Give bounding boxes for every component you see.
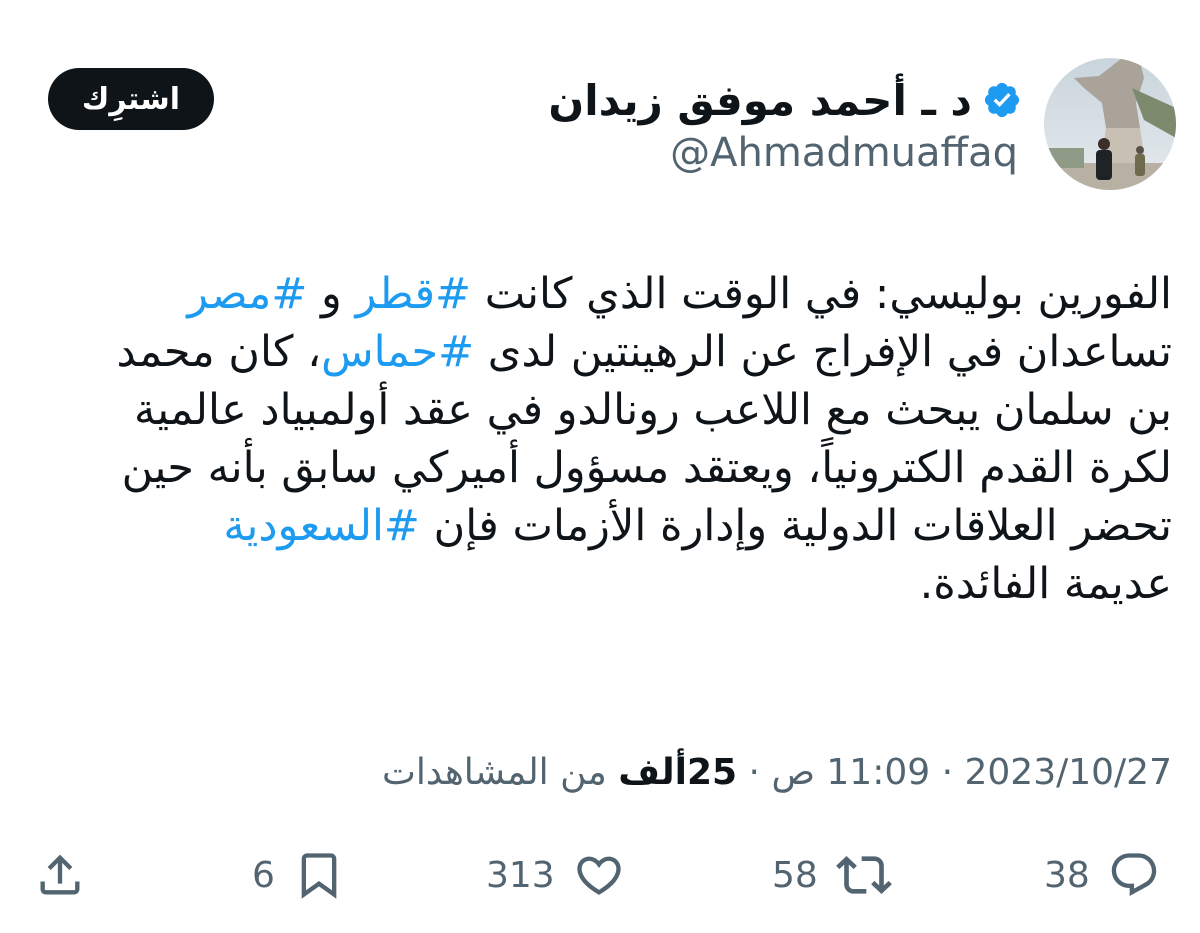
tweet-action-bar: 38 58 313 6 (0, 840, 1200, 910)
author-handle[interactable]: @Ahmadmuaffaq (670, 130, 1018, 176)
like-button[interactable]: 313 (486, 840, 625, 910)
bookmark-button[interactable]: 6 (252, 840, 345, 910)
hashtag-link[interactable]: #حماس (321, 327, 474, 377)
author-display-name[interactable]: د ـ أحمد موفق زيدان (548, 76, 972, 125)
bookmark-icon (293, 849, 345, 901)
avatar-photo (1044, 58, 1176, 190)
reply-count: 38 (1044, 854, 1090, 896)
bookmark-count: 6 (252, 854, 275, 896)
share-button[interactable] (34, 840, 86, 910)
meta-separator: · (737, 752, 772, 793)
tweet-card: د ـ أحمد موفق زيدان @Ahmadmuaffaq اشترِك… (0, 0, 1200, 933)
hashtag-link[interactable]: #قطر (355, 269, 471, 319)
retweet-icon (835, 847, 892, 903)
tweet-line: الفورين بوليسي: في الوقت الذي كانت #قطر … (22, 265, 1172, 323)
tweet-text-segment: و (307, 269, 356, 319)
verified-badge-icon (982, 80, 1022, 120)
tweet-line: تساعدان في الإفراج عن الرهينتين لدى #حما… (22, 323, 1172, 381)
reply-button[interactable]: 38 (1044, 840, 1160, 910)
tweet-line: بن سلمان يبحث مع اللاعب رونالدو في عقد أ… (134, 385, 1172, 435)
tweet-line: تحضر العلاقات الدولية وإدارة الأزمات فإن… (22, 497, 1172, 555)
meta-separator: · (930, 752, 965, 793)
reply-icon (1108, 849, 1160, 901)
avatar[interactable] (1044, 58, 1176, 190)
views-label: من المشاهدات (382, 752, 619, 793)
like-count: 313 (486, 854, 555, 896)
retweet-count: 58 (772, 854, 818, 896)
hashtag-link[interactable]: #السعودية (223, 501, 420, 551)
tweet-text-segment: الفورين بوليسي: في الوقت الذي كانت (471, 269, 1172, 319)
tweet-date[interactable]: 2023/10/27 (965, 752, 1173, 793)
tweet-text-segment: ، كان محمد (116, 327, 322, 377)
tweet-line: عديمة الفائدة. (919, 559, 1172, 609)
hashtag-link[interactable]: #مصر (187, 269, 307, 319)
heart-icon (573, 849, 625, 901)
views-count: 25ألف (618, 752, 738, 793)
tweet-line: لكرة القدم الكترونياً، ويعتقد مسؤول أمير… (121, 443, 1172, 493)
tweet-text: الفورين بوليسي: في الوقت الذي كانت #قطر … (22, 265, 1172, 613)
subscribe-button[interactable]: اشترِك (48, 68, 214, 130)
tweet-text-segment: تساعدان في الإفراج عن الرهينتين لدى (474, 327, 1172, 377)
share-icon (34, 849, 86, 901)
tweet-meta: 2023/10/27 · 11:09 ص · 25ألف من المشاهدا… (382, 752, 1172, 793)
author-name-row[interactable]: د ـ أحمد موفق زيدان (548, 70, 1022, 130)
tweet-text-segment: تحضر العلاقات الدولية وإدارة الأزمات فإن (419, 501, 1172, 551)
retweet-button[interactable]: 58 (772, 840, 892, 910)
tweet-time[interactable]: 11:09 ص (771, 752, 930, 793)
